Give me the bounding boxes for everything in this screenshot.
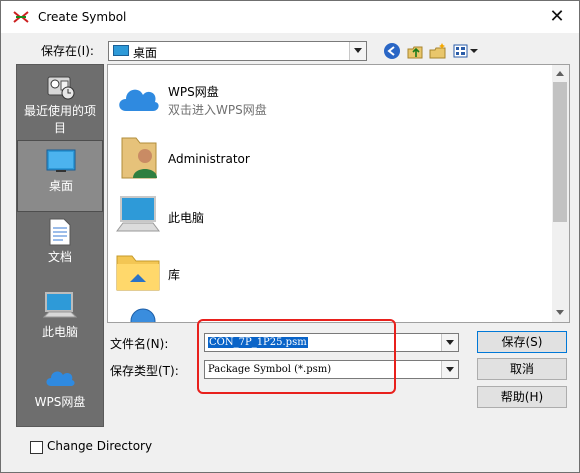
place-computer-label: 此电脑 <box>41 325 78 339</box>
chevron-down-icon[interactable] <box>349 42 366 60</box>
save-in-value: 桌面 <box>133 46 158 60</box>
scroll-thumb[interactable] <box>553 82 567 222</box>
file-list: WPS网盘 双击进入WPS网盘 Administrator 此电脑 库 <box>107 64 570 323</box>
window-title: Create Symbol <box>38 10 127 24</box>
list-item[interactable]: 此电脑 <box>108 186 548 242</box>
close-button[interactable]: ✕ <box>537 3 577 31</box>
desktop-icon <box>46 149 76 176</box>
scroll-down-icon[interactable] <box>556 310 564 315</box>
computer-icon <box>42 291 78 324</box>
filename-label: 文件名(N): <box>110 337 169 351</box>
desktop-folder-icon <box>113 45 129 60</box>
place-recent[interactable]: 最近使用的项目 <box>17 67 103 139</box>
list-item[interactable]: 库 <box>108 244 548 300</box>
place-documents-label: 文档 <box>47 250 72 264</box>
create-symbol-dialog: Create Symbol ✕ 保存在(I): 桌面 最近使用的项目 桌面 文档… <box>0 0 580 473</box>
documents-icon <box>49 218 71 249</box>
help-button[interactable]: 帮助(H) <box>477 386 567 408</box>
app-icon <box>13 10 29 27</box>
library-icon <box>116 252 160 295</box>
place-documents[interactable]: 文档 <box>17 214 103 286</box>
computer-icon <box>116 194 160 237</box>
place-wps-cloud[interactable]: WPS网盘 <box>17 358 103 424</box>
highlight-annotation <box>197 319 396 394</box>
change-directory-checkbox[interactable] <box>30 441 43 454</box>
recent-icon <box>44 71 76 104</box>
place-computer[interactable]: 此电脑 <box>17 287 103 359</box>
places-bar: 最近使用的项目 桌面 文档 此电脑 WPS网盘 <box>16 64 104 427</box>
wps-cloud-icon <box>116 83 160 116</box>
chevron-down-icon[interactable] <box>441 361 458 378</box>
close-icon: ✕ <box>549 6 565 27</box>
cancel-button[interactable]: 取消 <box>477 358 567 380</box>
save-button[interactable]: 保存(S) <box>477 331 567 353</box>
save-in-label: 保存在(I): <box>41 44 94 58</box>
place-recent-label: 最近使用的项目 <box>23 104 96 135</box>
place-desktop[interactable]: 桌面 <box>17 140 103 212</box>
place-wps-cloud-label: WPS网盘 <box>34 395 86 409</box>
file-name: Administrator <box>168 152 250 166</box>
up-folder-icon[interactable] <box>406 42 424 60</box>
chevron-down-icon[interactable] <box>441 334 458 351</box>
save-in-dropdown[interactable]: 桌面 <box>108 41 367 61</box>
file-name: WPS网盘 <box>168 85 219 99</box>
file-subtitle: 双击进入WPS网盘 <box>168 103 267 117</box>
title-bar: Create Symbol ✕ <box>1 1 579 33</box>
file-name: 库 <box>168 268 181 282</box>
file-name: 此电脑 <box>168 211 205 225</box>
scroll-up-icon[interactable] <box>556 71 564 76</box>
filetype-label: 保存类型(T): <box>110 364 179 378</box>
cloud-icon <box>44 366 76 391</box>
view-menu-icon[interactable] <box>453 42 479 60</box>
place-desktop-label: 桌面 <box>48 179 73 193</box>
change-directory-label: Change Directory <box>47 439 153 453</box>
list-item[interactable]: WPS网盘 双击进入WPS网盘 <box>108 69 548 125</box>
network-globe-icon <box>130 308 156 322</box>
file-list-scrollbar[interactable] <box>552 65 569 322</box>
new-folder-icon[interactable] <box>429 42 447 60</box>
back-icon[interactable] <box>383 42 401 60</box>
list-item[interactable]: Administrator <box>108 128 548 184</box>
user-folder-icon <box>120 132 160 185</box>
